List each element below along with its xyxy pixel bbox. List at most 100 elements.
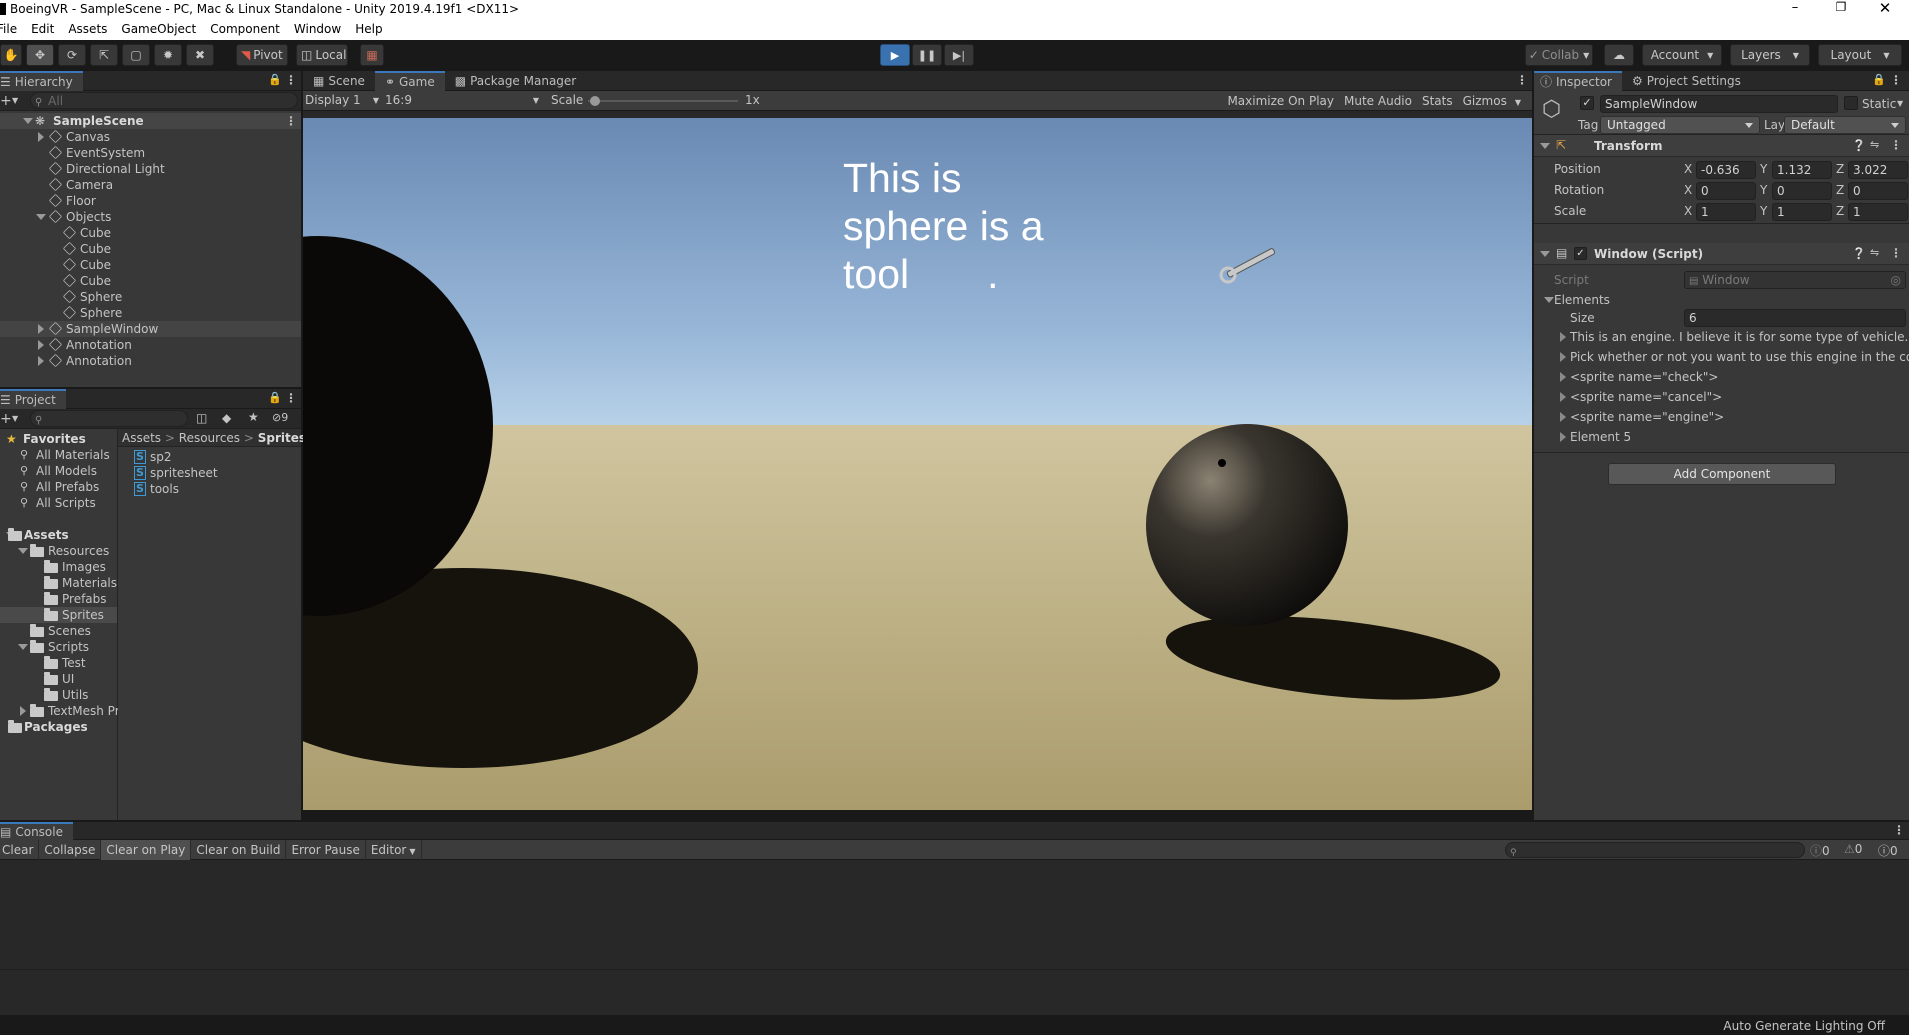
folder-tree-item[interactable]: Images <box>0 559 117 575</box>
chevron-down-icon[interactable]: ▼ <box>12 414 18 423</box>
favorite-item[interactable]: ⚲ All Prefabs <box>0 479 117 495</box>
hierarchy-item[interactable]: Floor <box>0 193 301 209</box>
project-search-input[interactable]: ⚲ <box>30 410 188 427</box>
hierarchy-item[interactable]: Cube <box>0 241 301 257</box>
layout-dropdown[interactable]: Layout ▼ <box>1818 44 1902 66</box>
component-menu-icon[interactable]: ⋮ <box>1890 138 1902 152</box>
folder-tree-item[interactable]: Sprites <box>0 607 117 623</box>
help-icon[interactable]: ❔ <box>1852 247 1866 260</box>
pivot-toggle[interactable]: ◥ Pivot <box>236 44 288 66</box>
lock-icon[interactable]: 🔒 <box>268 391 282 404</box>
chevron-down-icon[interactable]: ▼ <box>1897 99 1903 108</box>
gizmos-dropdown[interactable]: ▼ <box>1512 91 1524 111</box>
preset-icon[interactable]: ⇋ <box>1870 246 1879 259</box>
fold-open-icon[interactable] <box>36 214 46 220</box>
local-toggle[interactable]: ◫ Local <box>296 44 348 66</box>
chevron-down-icon[interactable]: ▼ <box>12 96 18 105</box>
fold-closed-icon[interactable] <box>1560 432 1566 442</box>
close-window-button[interactable]: ✕ <box>1870 0 1900 17</box>
restore-button[interactable]: ❐ <box>1826 0 1856 18</box>
add-icon[interactable]: + <box>0 411 12 427</box>
error-count-toggle[interactable]: ⓘ0 <box>1878 842 1898 859</box>
component-menu-icon[interactable]: ⋮ <box>1890 246 1902 260</box>
script-enabled-checkbox[interactable]: ✓ <box>1574 247 1587 260</box>
hierarchy-item[interactable]: Cube <box>0 273 301 289</box>
menu-window[interactable]: Window <box>287 22 348 36</box>
rect-tool-button[interactable]: ▢ <box>122 44 150 66</box>
maximize-on-play-toggle[interactable]: Maximize On Play <box>1222 91 1339 111</box>
tab-project-settings[interactable]: ⚙ Project Settings <box>1622 71 1751 91</box>
transform-rotation-x-field[interactable]: 0 <box>1696 182 1756 200</box>
scale-slider[interactable] <box>588 95 738 107</box>
fold-closed-icon[interactable] <box>38 132 44 142</box>
menu-help[interactable]: Help <box>348 22 389 36</box>
object-name-field[interactable]: SampleWindow <box>1600 95 1838 113</box>
folder-tree-item[interactable]: Test <box>0 655 117 671</box>
folder-tree-item[interactable]: Utils <box>0 687 117 703</box>
hierarchy-search-input[interactable]: ⚲ All <box>30 92 298 109</box>
scene-row[interactable]: ❋ SampleScene ⋮ <box>0 113 301 129</box>
fold-open-icon[interactable] <box>1544 297 1554 303</box>
fold-open-icon[interactable] <box>18 644 28 650</box>
folder-tree-item[interactable]: Packages <box>0 719 117 735</box>
active-checkbox[interactable]: ✓ <box>1580 96 1594 110</box>
fold-closed-icon[interactable] <box>1560 332 1566 342</box>
filter-label-icon[interactable]: ◆ <box>222 411 231 425</box>
hierarchy-item[interactable]: Annotation <box>0 353 301 369</box>
scale-tool-button[interactable]: ⇱ <box>90 44 118 66</box>
hierarchy-item[interactable]: Canvas <box>0 129 301 145</box>
fold-closed-icon[interactable] <box>38 340 44 350</box>
element-item[interactable]: Pick whether or not you want to use this… <box>1534 349 1909 365</box>
breadcrumb-assets[interactable]: Assets <box>122 431 161 445</box>
transform-header[interactable]: ⇱ Transform ❔ ⇋ ⋮ <box>1534 135 1909 157</box>
menu-file[interactable]: File <box>0 22 24 36</box>
hierarchy-item[interactable]: Camera <box>0 177 301 193</box>
folder-tree-item[interactable]: Assets <box>0 527 117 543</box>
console-log-area[interactable] <box>0 860 1909 970</box>
panel-menu-icon[interactable]: ⋮ <box>285 73 297 87</box>
hierarchy-item[interactable]: Cube <box>0 257 301 273</box>
transform-rotation-z-field[interactable]: 0 <box>1848 182 1908 200</box>
filter-type-icon[interactable]: ◫ <box>196 411 207 425</box>
menu-gameobject[interactable]: GameObject <box>114 22 203 36</box>
collab-dropdown[interactable]: ✓ Collab ▼ <box>1525 44 1593 66</box>
rotate-tool-button[interactable]: ⟳ <box>58 44 86 66</box>
stats-toggle[interactable]: Stats <box>1417 91 1458 111</box>
breadcrumb-resources[interactable]: Resources <box>179 431 240 445</box>
asset-item[interactable]: Ssp2 <box>118 449 301 465</box>
folder-tree-item[interactable]: Scenes <box>0 623 117 639</box>
transform-tool-button[interactable]: ✹ <box>154 44 182 66</box>
tab-console[interactable]: ▤ Console <box>0 821 73 840</box>
fold-closed-icon[interactable] <box>1560 372 1566 382</box>
hierarchy-item[interactable]: Annotation <box>0 337 301 353</box>
add-component-button[interactable]: Add Component <box>1608 463 1836 485</box>
console-clear-on-play-button[interactable]: Clear on Play <box>101 840 192 860</box>
console-editor-button[interactable]: Editor ▼ <box>366 840 422 860</box>
transform-scale-x-field[interactable]: 1 <box>1696 203 1756 221</box>
favorite-item[interactable]: ⚲ All Scripts <box>0 495 117 511</box>
menu-edit[interactable]: Edit <box>24 22 61 36</box>
preset-icon[interactable]: ⇋ <box>1870 138 1879 151</box>
help-icon[interactable]: ❔ <box>1852 139 1866 152</box>
fold-closed-icon[interactable] <box>1560 412 1566 422</box>
hierarchy-item[interactable]: Sphere <box>0 289 301 305</box>
hierarchy-item[interactable]: Directional Light <box>0 161 301 177</box>
move-tool-button[interactable]: ✥ <box>26 44 54 66</box>
aspect-dropdown[interactable]: 16:9 ▼ <box>385 93 541 107</box>
element-item[interactable]: <sprite name="cancel"> <box>1534 389 1909 405</box>
panel-menu-icon[interactable]: ⋮ <box>285 391 297 405</box>
element-item[interactable]: This is an engine. I believe it is for s… <box>1534 329 1909 345</box>
transform-position-z-field[interactable]: 3.022 <box>1848 161 1908 179</box>
fold-open-icon[interactable] <box>23 118 33 124</box>
lock-icon[interactable]: 🔒 <box>268 73 282 86</box>
tab-project[interactable]: ☰ Project <box>0 388 66 409</box>
panel-menu-icon[interactable]: ⋮ <box>1516 73 1528 87</box>
tab-inspector[interactable]: ⓘ Inspector <box>1534 70 1622 91</box>
cloud-button[interactable]: ☁ <box>1604 44 1634 66</box>
console-clear-button[interactable]: Clear <box>0 840 40 860</box>
fold-open-icon[interactable] <box>1540 251 1550 257</box>
folder-tree-item[interactable]: Materials <box>0 575 117 591</box>
account-dropdown[interactable]: Account ▼ <box>1642 44 1722 66</box>
tab-scene[interactable]: ▦ Scene <box>303 71 375 91</box>
asset-item[interactable]: Stools <box>118 481 301 497</box>
